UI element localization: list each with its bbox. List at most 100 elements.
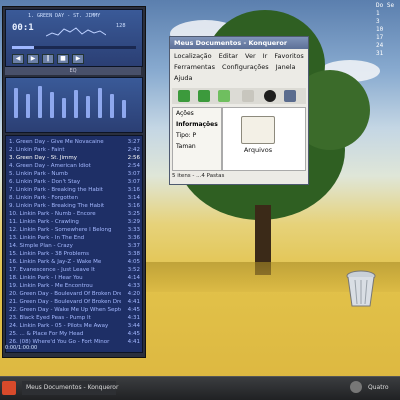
seek-bar[interactable] [12, 46, 136, 49]
pause-button[interactable]: ‖ [42, 54, 54, 64]
menu-ver[interactable]: Ver [245, 52, 256, 60]
equalizer-panel [5, 77, 143, 133]
track-title: 24. Linkin Park - 05 - Pilots Me Away [9, 323, 109, 329]
eq-slider[interactable] [50, 92, 54, 118]
eq-slider[interactable] [110, 94, 114, 118]
menu-editar[interactable]: Editar [219, 52, 238, 60]
desktop: Do Se 1 3 10 17 24 31 1. GREEN DAY - ST.… [0, 0, 400, 400]
track-title: 13. Linkin Park - In The End [9, 235, 85, 241]
playlist-item[interactable]: 17. Evanescence - Just Leave It 3:52 [9, 267, 140, 274]
track-duration: 3:52 [127, 267, 140, 273]
playlist-item[interactable]: 7. Linkin Park - Breaking the Habit 3:16 [9, 187, 140, 194]
eq-slider[interactable] [74, 90, 78, 118]
menu-row: Ajuda [174, 74, 197, 82]
menu-ferramentas[interactable]: Ferramentas [174, 63, 215, 71]
track-title: 8. Linkin Park - Forgotten [9, 195, 78, 201]
track-duration: 3:07 [127, 171, 140, 177]
playlist-item[interactable]: 3. Green Day - St. Jimmy 2:56 [9, 155, 140, 162]
previous-button[interactable]: ◀ [12, 54, 24, 64]
track-duration: 4:20 [127, 291, 140, 297]
playlist-item[interactable]: 18. Linkin Park - I Hear You 4:14 [9, 275, 140, 282]
start-menu-icon[interactable] [2, 381, 16, 395]
sidebar-item-tipo: Tipo: P [176, 132, 197, 139]
track-duration: 3:37 [127, 243, 140, 249]
track-duration: 3:29 [127, 219, 140, 225]
playlist-item[interactable]: 19. Linkin Park - Me Encontrou 4:33 [9, 283, 140, 290]
file-manager-window: Meus Documentos - Konqueror Localização … [169, 36, 309, 185]
calendar-header: Do Se [376, 2, 395, 9]
playlist-item[interactable]: 16. Linkin Park & Jay-Z - Wake Me 4:05 [9, 259, 140, 266]
track-title: 23. Black Eyed Peas - Pump It [9, 315, 91, 321]
reload-icon[interactable] [284, 90, 296, 102]
eq-slider[interactable] [26, 94, 30, 118]
eq-slider[interactable] [122, 100, 126, 118]
track-title: 14. Simple Plan - Crazy [9, 243, 73, 249]
play-button[interactable]: ▶ [27, 54, 39, 64]
calendar-row: 24 [376, 42, 384, 49]
playlist-item[interactable]: 22. Green Day - Wake Me Up When Septembe… [9, 307, 140, 314]
track-title: 20. Green Day - Boulevard Of Broken Drea… [9, 291, 121, 297]
menu-janela[interactable]: Janela [276, 63, 296, 71]
playlist-item[interactable]: 6. Linkin Park - Don't Stay 3:07 [9, 179, 140, 186]
playlist-item[interactable]: 25. ... & Place For My Head 4:45 [9, 331, 140, 338]
taskbar: Meus Documentos - Konqueror Quatro [0, 376, 400, 400]
up-arrow-icon[interactable] [178, 90, 190, 102]
task-button[interactable]: Quatro [368, 381, 389, 395]
track-title: 2. Linkin Park - Faint [9, 147, 65, 153]
eq-slider[interactable] [86, 96, 90, 118]
task-button[interactable]: Meus Documentos - Konqueror [22, 381, 118, 395]
playlist-item[interactable]: 9. Linkin Park - Breaking The Habit 3:16 [9, 203, 140, 210]
window-title: Meus Documentos - Konqueror [170, 37, 308, 49]
stop-icon[interactable] [264, 90, 276, 102]
playlist-item[interactable]: 4. Green Day - American Idiot 2:54 [9, 163, 140, 170]
next-button[interactable]: ▶ [72, 54, 84, 64]
track-duration: 3:16 [127, 187, 140, 193]
track-title: 25. ... & Place For My Head [9, 331, 84, 337]
track-duration: 4:31 [127, 315, 140, 321]
stop-button[interactable]: ■ [57, 54, 69, 64]
playlist-item[interactable]: 15. Linkin Park - 38 Problems 3:38 [9, 251, 140, 258]
back-arrow-icon[interactable] [198, 90, 210, 102]
track-duration: 3:44 [127, 323, 140, 329]
trash-icon[interactable] [345, 270, 377, 308]
playlist-item[interactable]: 1. Green Day - Give Me Novacaine 3:27 [9, 139, 140, 146]
calendar-row: 17 [376, 34, 384, 41]
playlist-item[interactable]: 11. Linkin Park - Crawling 3:29 [9, 219, 140, 226]
playlist-item[interactable]: 8. Linkin Park - Forgotten 3:14 [9, 195, 140, 202]
forward-arrow-icon[interactable] [218, 90, 230, 102]
playlist-panel: 1. Green Day - Give Me Novacaine 3:27 2. L… [5, 135, 143, 353]
playlist-total-time: 0:00/1:00:00 [5, 345, 38, 351]
playlist-item[interactable]: 5. Linkin Park - Numb 3:07 [9, 171, 140, 178]
toolbar [172, 88, 306, 104]
eq-slider[interactable] [98, 88, 102, 118]
playlist-item[interactable]: 23. Black Eyed Peas - Pump It 4:31 [9, 315, 140, 322]
playlist-item[interactable]: 24. Linkin Park - 05 - Pilots Me Away 3:4… [9, 323, 140, 330]
menu-ir[interactable]: Ir [263, 52, 268, 60]
eq-slider[interactable] [14, 88, 18, 118]
playlist-item[interactable]: 10. Linkin Park - Numb - Encore 3:25 [9, 211, 140, 218]
sidebar-item-acoes[interactable]: Ações [173, 108, 221, 119]
sidebar-item-info[interactable]: Informações [173, 119, 221, 130]
sidebar: Ações Informações Tipo: P Taman [172, 107, 222, 171]
tray-icon[interactable] [350, 381, 362, 393]
menu-ajuda[interactable]: Ajuda [174, 74, 192, 82]
folder-icon[interactable] [241, 116, 275, 144]
track-title: 17. Evanescence - Just Leave It [9, 267, 95, 273]
track-title: 9. Linkin Park - Breaking The Habit [9, 203, 105, 209]
playlist-item[interactable]: 21. Green Day - Boulevard Of Broken Drea… [9, 299, 140, 306]
menu-configuracoes[interactable]: Configurações [222, 63, 269, 71]
playlist-item[interactable]: 12. Linkin Park - Somewhere I Belong 3:33 [9, 227, 140, 234]
eq-slider[interactable] [62, 98, 66, 118]
eq-slider[interactable] [38, 86, 42, 118]
playlist-item[interactable]: 20. Green Day - Boulevard Of Broken Drea… [9, 291, 140, 298]
track-duration: 4:45 [127, 307, 140, 313]
playlist-item[interactable]: 2. Linkin Park - Faint 2:42 [9, 147, 140, 154]
home-icon[interactable] [242, 90, 254, 102]
folder-label[interactable]: Arquivos [233, 146, 283, 154]
playlist-item[interactable]: 13. Linkin Park - In The End 3:36 [9, 235, 140, 242]
menu-localizacao[interactable]: Localização [174, 52, 212, 60]
playlist-item[interactable]: 14. Simple Plan - Crazy 3:37 [9, 243, 140, 250]
track-duration: 3:14 [127, 195, 140, 201]
track-title: 22. Green Day - Wake Me Up When Septembe… [9, 307, 121, 313]
menu-favoritos[interactable]: Favoritos [274, 52, 303, 60]
